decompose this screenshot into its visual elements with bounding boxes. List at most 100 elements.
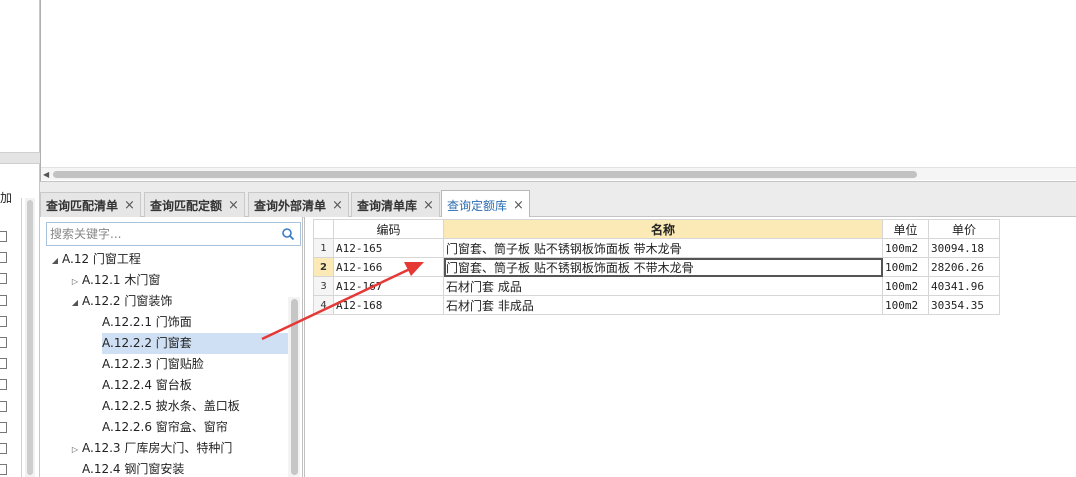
tree-node[interactable]: A.12.2.6 窗帘盒、窗帘: [88, 417, 228, 438]
row-checkbox[interactable]: [0, 294, 7, 306]
tab-query-quota-library[interactable]: 查询定额库 ×: [441, 190, 530, 219]
tree-node-label: A.12.3 厂库房大门、特种门: [82, 441, 233, 455]
close-icon[interactable]: ×: [332, 198, 343, 213]
tree-node[interactable]: ▷ A.12.3 厂库房大门、特种门: [68, 438, 232, 459]
cell-name[interactable]: 石材门套 非成品: [443, 295, 883, 315]
cell-code[interactable]: A12-167: [333, 276, 444, 296]
search-box: [46, 222, 301, 246]
header-code[interactable]: 编码: [333, 219, 444, 239]
tab-label: 查询外部清单: [254, 199, 327, 213]
row-number[interactable]: 2: [313, 257, 334, 277]
tree-node[interactable]: A.12.2.4 窗台板: [88, 375, 192, 396]
top-scroll-thumb[interactable]: [53, 171, 917, 178]
search-icon[interactable]: [281, 227, 295, 241]
row-checkbox[interactable]: [0, 252, 7, 264]
cell-unit[interactable]: 100m2: [882, 238, 929, 258]
top-horizontal-scrollbar[interactable]: ◀: [41, 167, 1076, 180]
collapse-arrow-icon[interactable]: ◢: [48, 250, 62, 271]
row-checkbox[interactable]: [0, 421, 7, 433]
tree-node-label: A.12.1 木门窗: [82, 273, 161, 287]
tree-node[interactable]: A.12.2.2 门窗套: [102, 333, 290, 354]
tree-node[interactable]: A.12.2.3 门窗贴脸: [88, 354, 204, 375]
row-checkbox[interactable]: [0, 358, 7, 370]
tree-node[interactable]: A.12.2.5 披水条、盖口板: [88, 396, 240, 417]
tree-node[interactable]: ◢ A.12.2 门窗装饰: [68, 291, 172, 312]
cell-price[interactable]: 28206.26: [928, 257, 1000, 277]
left-panel-scroll-thumb[interactable]: [27, 200, 33, 475]
tree-node-label: A.12.2 门窗装饰: [82, 294, 173, 308]
tree-scrollbar[interactable]: [288, 297, 300, 477]
header-name[interactable]: 名称: [443, 219, 883, 239]
cell-price[interactable]: 30094.18: [928, 238, 1000, 258]
tree-node-label: A.12.2.6 窗帘盒、窗帘: [102, 420, 228, 434]
row-checkbox[interactable]: [0, 464, 7, 476]
row-checkbox[interactable]: [0, 231, 7, 242]
quota-table: 编码 名称 单位 单价 1 A12-165 门窗套、筒子板 贴不锈钢板饰面板 带木龙…: [313, 219, 1000, 315]
cell-name[interactable]: 门窗套、筒子板 贴不锈钢板饰面板 带木龙骨: [443, 238, 883, 258]
tab-query-external-list[interactable]: 查询外部清单 ×: [248, 192, 349, 218]
tree-node-label: A.12.2.5 披水条、盖口板: [102, 399, 240, 413]
scroll-left-arrow-icon[interactable]: ◀: [43, 170, 49, 179]
tab-query-list-library[interactable]: 查询清单库 ×: [351, 192, 440, 218]
cell-unit[interactable]: 100m2: [882, 295, 929, 315]
tree-node[interactable]: A.12.4 钢门窗安装: [68, 459, 184, 477]
table-row[interactable]: 1 A12-165 门窗套、筒子板 贴不锈钢板饰面板 带木龙骨 100m2 30094.…: [313, 238, 1000, 258]
cell-price[interactable]: 30354.35: [928, 295, 1000, 315]
row-checkbox[interactable]: [0, 273, 7, 285]
table-row[interactable]: 4 A12-168 石材门套 非成品 100m2 30354.35: [313, 295, 1000, 315]
left-panel-checkbox-column: [0, 198, 22, 477]
tree-node[interactable]: ◢ A.12 门窗工程: [48, 249, 141, 270]
left-panel-header-band: [0, 152, 40, 164]
row-checkbox[interactable]: [0, 379, 7, 391]
tab-query-match-list[interactable]: 查询匹配清单 ×: [40, 192, 141, 218]
tree-node-label: A.12.2.3 门窗贴脸: [102, 357, 204, 371]
tree-node-label: A.12.2.1 门饰面: [102, 315, 192, 329]
cell-unit[interactable]: 100m2: [882, 276, 929, 296]
collapse-arrow-icon[interactable]: ◢: [68, 292, 82, 313]
close-icon[interactable]: ×: [124, 198, 135, 213]
tab-label: 查询定额库: [447, 198, 508, 213]
top-content-area: ◀: [40, 0, 1076, 181]
row-number[interactable]: 1: [313, 238, 334, 258]
tree-node[interactable]: ▷ A.12.1 木门窗: [68, 270, 160, 291]
close-icon[interactable]: ×: [513, 198, 524, 213]
tree-node-label: A.12 门窗工程: [62, 252, 141, 266]
tab-label: 查询清单库: [357, 199, 418, 213]
left-panel-strip: 加: [0, 0, 40, 477]
close-icon[interactable]: ×: [228, 198, 239, 213]
cell-code[interactable]: A12-168: [333, 295, 444, 315]
expand-arrow-icon[interactable]: ▷: [68, 271, 82, 292]
tree-node-label: A.12.4 钢门窗安装: [82, 462, 185, 476]
cell-unit[interactable]: 100m2: [882, 257, 929, 277]
quota-tree-panel: ◢A.12 门窗工程▷A.12.1 木门窗◢A.12.2 门窗装饰A.12.2.…: [40, 217, 303, 477]
close-icon[interactable]: ×: [423, 198, 434, 213]
expand-arrow-icon[interactable]: ▷: [68, 439, 82, 460]
header-price[interactable]: 单价: [928, 219, 1000, 239]
tree-node-label: A.12.2.4 窗台板: [102, 378, 192, 392]
search-input[interactable]: [47, 223, 272, 245]
table-row[interactable]: 2 A12-166 门窗套、筒子板 贴不锈钢板饰面板 不带木龙骨 100m2 28206…: [313, 257, 1000, 277]
cell-name[interactable]: 石材门套 成品: [443, 276, 883, 296]
row-checkbox[interactable]: [0, 337, 7, 348]
tab-label: 查询匹配清单: [46, 199, 119, 213]
tab-query-match-quota[interactable]: 查询匹配定额 ×: [144, 192, 245, 218]
row-checkbox[interactable]: [0, 315, 7, 327]
tab-label: 查询匹配定额: [150, 199, 223, 213]
tree-node-label: A.12.2.2 门窗套: [102, 336, 192, 350]
row-number[interactable]: 3: [313, 276, 334, 296]
cell-code[interactable]: A12-165: [333, 238, 444, 258]
cell-price[interactable]: 40341.96: [928, 276, 1000, 296]
table-header-row: 编码 名称 单位 单价: [313, 219, 1000, 239]
row-checkbox[interactable]: [0, 443, 7, 454]
tree-node[interactable]: A.12.2.1 门饰面: [88, 312, 192, 333]
header-row-number: [313, 219, 334, 239]
query-tab-bar: 查询匹配清单 × 查询匹配定额 × 查询外部清单 × 查询清单库 × 查询定额库…: [40, 181, 1076, 219]
cell-name[interactable]: 门窗套、筒子板 贴不锈钢板饰面板 不带木龙骨: [443, 257, 883, 277]
header-unit[interactable]: 单位: [882, 219, 929, 239]
row-checkbox[interactable]: [0, 400, 7, 412]
tree-scroll-thumb[interactable]: [291, 299, 298, 475]
row-number[interactable]: 4: [313, 295, 334, 315]
cell-code[interactable]: A12-166: [333, 257, 444, 277]
app-window: 加 ◀ 查询匹配清单 × 查询匹配定额 × 查询外部清单 × 查询清单库 × 查…: [0, 0, 1076, 477]
table-row[interactable]: 3 A12-167 石材门套 成品 100m2 40341.96: [313, 276, 1000, 296]
